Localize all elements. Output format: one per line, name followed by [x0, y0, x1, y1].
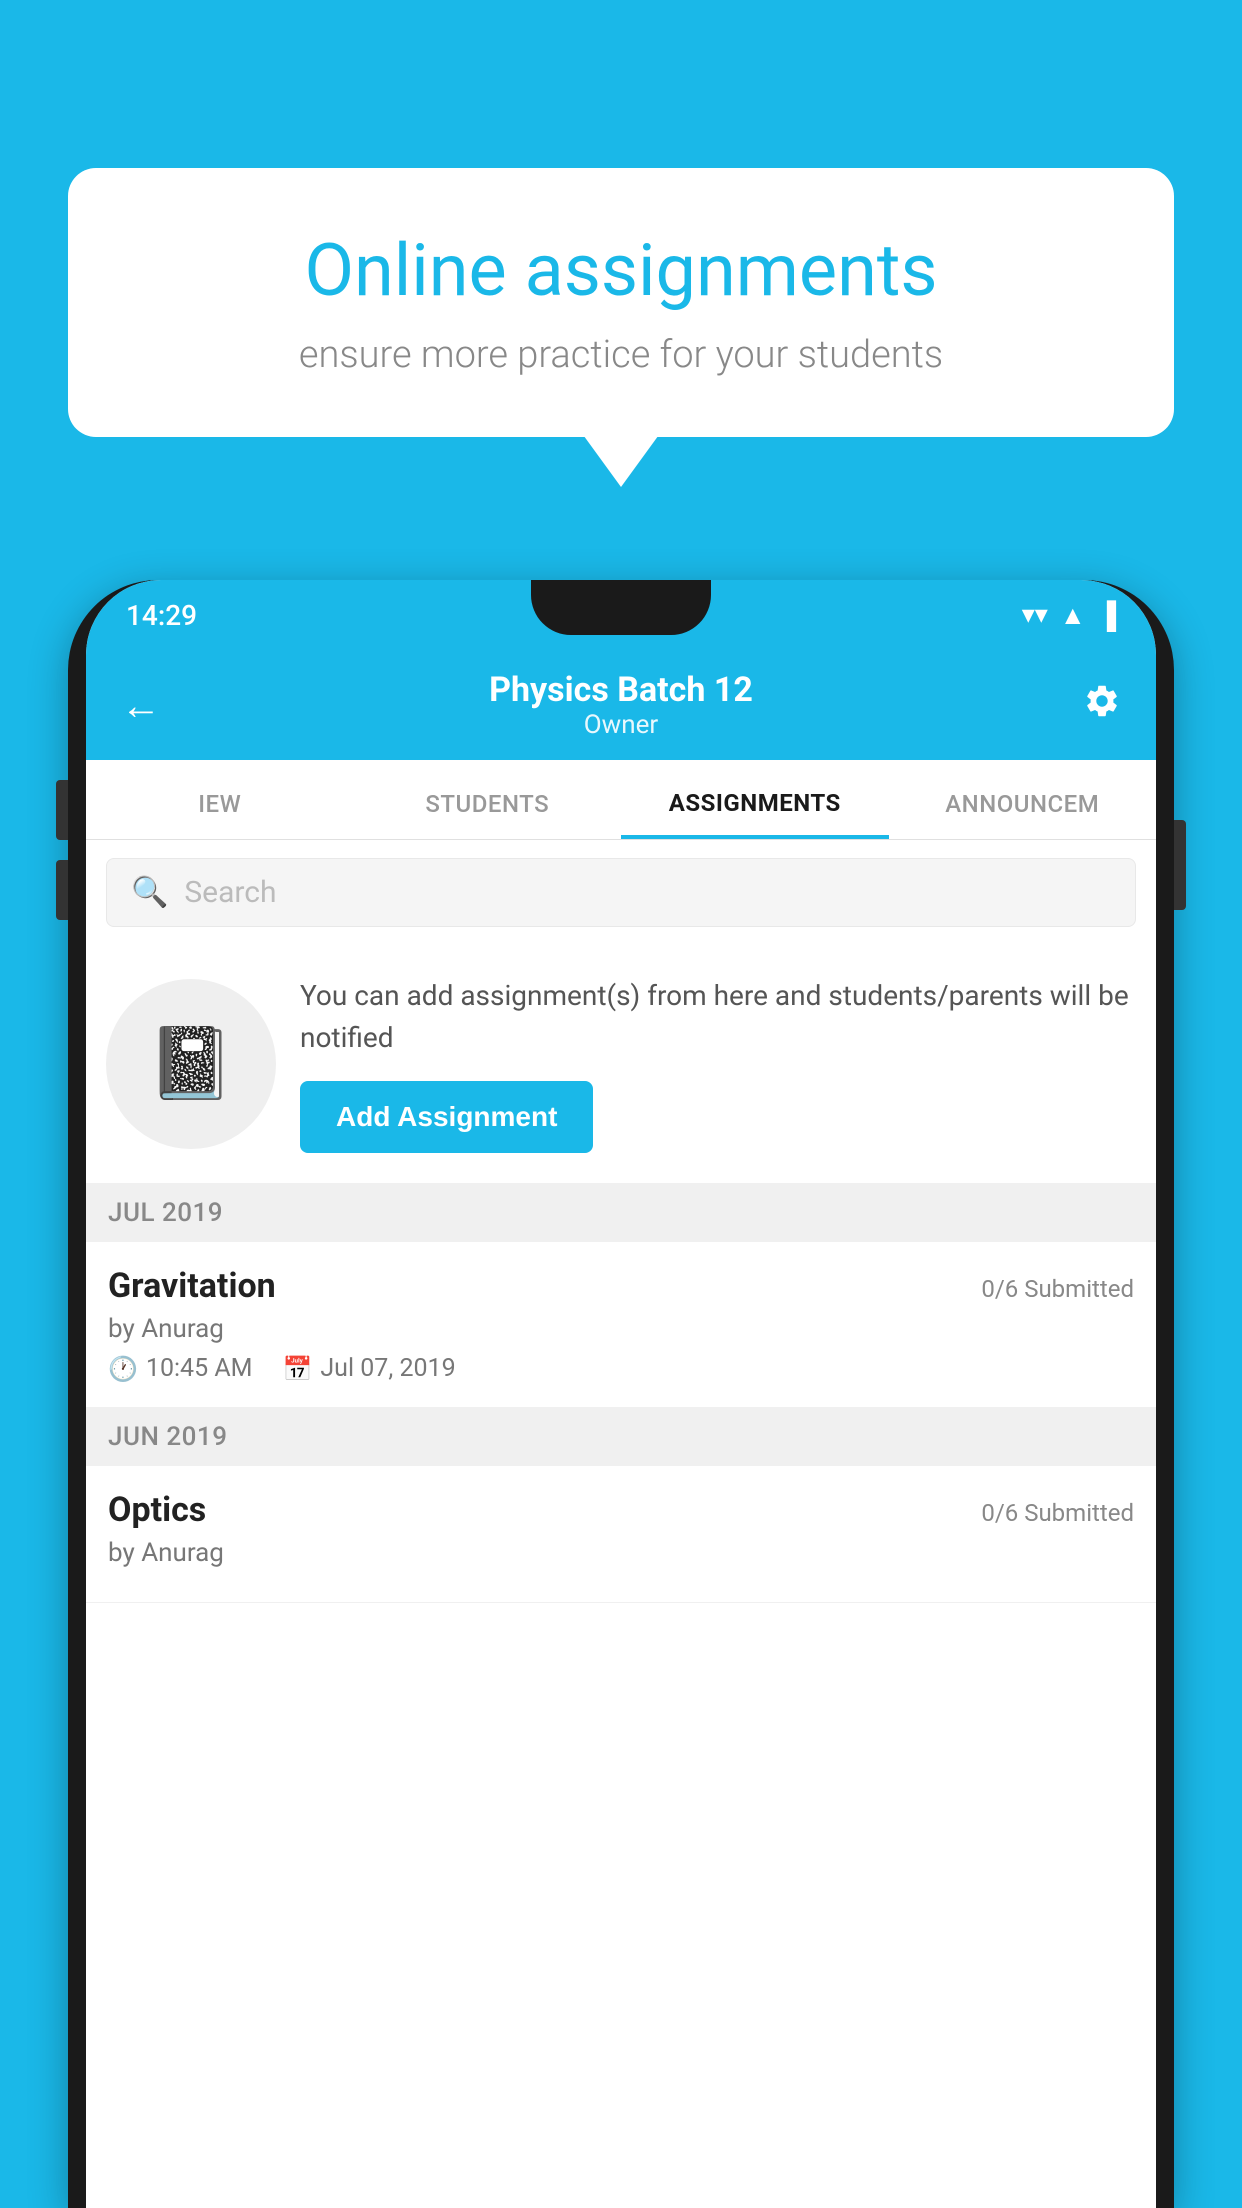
signal-icon: ▲ — [1060, 600, 1086, 631]
power-button[interactable] — [1174, 820, 1186, 910]
speech-bubble-container: Online assignments ensure more practice … — [68, 168, 1174, 437]
phone-screen: 14:29 ▾▾ ▲ ▐ ← Physics Batch 12 Owner IE… — [86, 580, 1156, 2208]
promo-text: You can add assignment(s) from here and … — [300, 975, 1136, 1059]
volume-down-button[interactable] — [56, 860, 68, 920]
add-assignment-button[interactable]: Add Assignment — [300, 1081, 593, 1153]
assignment-author: by Anurag — [108, 1314, 1134, 1344]
search-icon: 🔍 — [131, 875, 168, 910]
promo-content: You can add assignment(s) from here and … — [300, 975, 1136, 1153]
search-placeholder: Search — [184, 875, 276, 910]
header-title: Physics Batch 12 — [489, 670, 753, 710]
assignment-time-value: 10:45 AM — [146, 1354, 253, 1383]
speech-bubble-title: Online assignments — [138, 228, 1104, 313]
header-subtitle: Owner — [489, 710, 753, 740]
assignment-time: 🕐 10:45 AM — [108, 1354, 252, 1383]
clock-icon: 🕐 — [108, 1355, 138, 1383]
assignment-row-top: Gravitation 0/6 Submitted — [108, 1266, 1134, 1306]
assignment-author-optics: by Anurag — [108, 1538, 1134, 1568]
content-area: 🔍 Search 📓 You can add assignment(s) fro… — [86, 840, 1156, 2208]
assignment-name: Gravitation — [108, 1266, 276, 1306]
assignment-name-optics: Optics — [108, 1490, 206, 1530]
promo-section: 📓 You can add assignment(s) from here an… — [86, 945, 1156, 1184]
tab-iew[interactable]: IEW — [86, 790, 354, 839]
search-bar[interactable]: 🔍 Search — [106, 858, 1136, 927]
notebook-icon: 📓 — [147, 1023, 234, 1105]
speech-bubble-subtitle: ensure more practice for your students — [138, 333, 1104, 377]
assignment-row-top-optics: Optics 0/6 Submitted — [108, 1490, 1134, 1530]
month-header-jul: JUL 2019 — [86, 1184, 1156, 1242]
speech-bubble: Online assignments ensure more practice … — [68, 168, 1174, 437]
battery-icon: ▐ — [1098, 600, 1116, 631]
calendar-icon: 📅 — [282, 1355, 312, 1383]
phone-notch — [531, 580, 711, 635]
status-time: 14:29 — [126, 599, 197, 632]
phone-frame: 14:29 ▾▾ ▲ ▐ ← Physics Batch 12 Owner IE… — [68, 580, 1174, 2208]
tab-announcements[interactable]: ANNOUNCEM — [889, 790, 1157, 839]
assignment-date-value: Jul 07, 2019 — [320, 1354, 455, 1383]
search-container: 🔍 Search — [86, 840, 1156, 945]
assignment-date: 📅 Jul 07, 2019 — [282, 1354, 455, 1383]
app-header: ← Physics Batch 12 Owner — [86, 650, 1156, 760]
tabs-bar: IEW STUDENTS ASSIGNMENTS ANNOUNCEM — [86, 760, 1156, 840]
header-title-container: Physics Batch 12 Owner — [489, 670, 753, 740]
assignment-submitted-optics: 0/6 Submitted — [981, 1499, 1134, 1527]
assignment-item-optics[interactable]: Optics 0/6 Submitted by Anurag — [86, 1466, 1156, 1603]
month-header-jun: JUN 2019 — [86, 1408, 1156, 1466]
tab-students[interactable]: STUDENTS — [354, 790, 622, 839]
status-icons: ▾▾ ▲ ▐ — [1022, 600, 1116, 631]
settings-icon[interactable] — [1083, 682, 1121, 729]
promo-icon-circle: 📓 — [106, 979, 276, 1149]
assignment-submitted: 0/6 Submitted — [981, 1275, 1134, 1303]
wifi-icon: ▾▾ — [1022, 600, 1048, 630]
back-button[interactable]: ← — [121, 682, 161, 729]
tab-assignments[interactable]: ASSIGNMENTS — [621, 789, 889, 839]
assignment-meta: 🕐 10:45 AM 📅 Jul 07, 2019 — [108, 1354, 1134, 1383]
volume-up-button[interactable] — [56, 780, 68, 840]
assignment-item-gravitation[interactable]: Gravitation 0/6 Submitted by Anurag 🕐 10… — [86, 1242, 1156, 1408]
